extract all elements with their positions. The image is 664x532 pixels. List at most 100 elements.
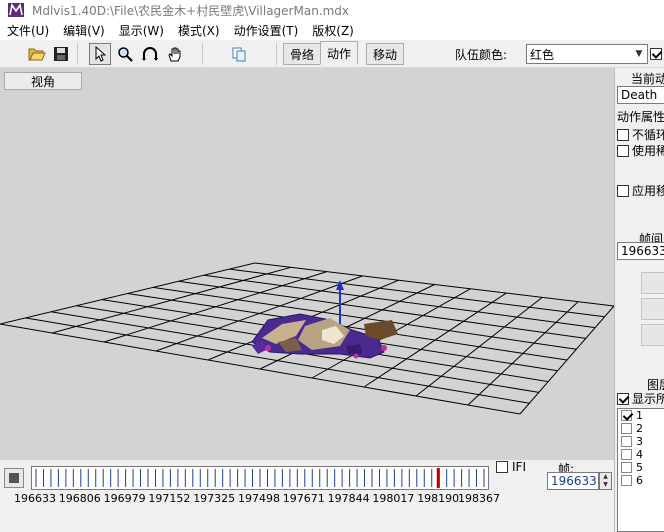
- title-bar: Mdlvis1.40D:\File\农民金木+村民壁虎\VillagerMan.…: [0, 0, 664, 20]
- current-animation-label: 当前动: [631, 72, 664, 86]
- spin-down-icon[interactable]: ▼: [600, 481, 611, 489]
- 3d-viewport[interactable]: 视角: [0, 68, 614, 460]
- show-all-label: 显示所: [632, 392, 664, 406]
- no-loop-label: 不循环: [632, 128, 664, 142]
- rotate-icon: [142, 47, 158, 61]
- play-stop-button[interactable]: [4, 468, 24, 488]
- team-color-label: 队伍颜色:: [455, 48, 508, 62]
- timeline-track[interactable]: [31, 466, 489, 490]
- layer-label: 1: [636, 409, 643, 422]
- villager-model: [251, 313, 398, 359]
- panel-button-1[interactable]: [641, 272, 664, 294]
- floppy-disk-icon: [54, 47, 68, 61]
- checkbox-box[interactable]: [617, 144, 629, 157]
- checkbox-box[interactable]: [617, 128, 629, 141]
- copy-button[interactable]: [228, 43, 250, 65]
- toolbar-checkbox[interactable]: [650, 48, 662, 60]
- layer-item[interactable]: 5: [618, 461, 664, 474]
- checkbox-box[interactable]: [617, 184, 629, 197]
- panel-button-3[interactable]: [641, 324, 664, 346]
- pan-tool-button[interactable]: [164, 43, 186, 65]
- frame-input[interactable]: 196633: [547, 472, 599, 490]
- timeline-label: 198190: [417, 492, 460, 505]
- layer-label: 6: [636, 474, 643, 487]
- panel-button-2[interactable]: [641, 298, 664, 320]
- layer-item[interactable]: 3: [618, 435, 664, 448]
- menu-edit[interactable]: 编辑(V): [56, 22, 112, 39]
- tab-animation[interactable]: 动作: [320, 41, 359, 65]
- hand-icon: [168, 47, 181, 62]
- menu-file[interactable]: 文件(U): [0, 22, 56, 39]
- toolbar-separator: [276, 43, 277, 65]
- no-loop-checkbox[interactable]: 不循环: [617, 126, 664, 143]
- menu-view[interactable]: 显示(W): [112, 22, 171, 39]
- select-tool-button[interactable]: [89, 43, 111, 65]
- checkbox-box[interactable]: [621, 449, 632, 460]
- layer-label: 2: [636, 422, 643, 435]
- cursor-arrow-icon: [95, 46, 107, 62]
- layer-item[interactable]: 2: [618, 422, 664, 435]
- stop-icon: [9, 473, 19, 483]
- scene-canvas: [0, 262, 614, 415]
- timeline-label: 198367: [458, 492, 500, 505]
- menu-animation-settings[interactable]: 动作设置(T): [227, 22, 306, 39]
- timeline-label: 196979: [103, 492, 146, 505]
- timeline-label: 197498: [238, 492, 280, 505]
- menu-bar: 文件(U) 编辑(V) 显示(W) 模式(X) 动作设置(T) 版权(Z): [0, 20, 664, 40]
- open-file-button[interactable]: [26, 43, 48, 65]
- layer-label: 4: [636, 448, 643, 461]
- window-title: Mdlvis1.40D:\File\农民金木+村民壁虎\VillagerMan.…: [32, 3, 350, 18]
- layer-item[interactable]: 4: [618, 448, 664, 461]
- toolbar-separator: [202, 43, 203, 65]
- timeline-marker[interactable]: [436, 468, 440, 488]
- layer-item[interactable]: 6: [618, 474, 664, 487]
- apply-move-label: 应用移: [632, 184, 664, 198]
- spin-up-icon[interactable]: ▲: [600, 473, 611, 481]
- timeline-label: 196806: [58, 492, 101, 505]
- magnifier-icon: [118, 47, 133, 62]
- toolbar-separator: [77, 43, 78, 65]
- save-button[interactable]: [50, 43, 72, 65]
- checkbox-box[interactable]: [621, 423, 632, 434]
- layer-label: 3: [636, 435, 643, 448]
- animation-panel: 当前动 Death 动作属性 不循环 使用稀 应用移 帧间 196633 图层 …: [614, 68, 664, 532]
- frame-spinner[interactable]: ▲ ▼: [599, 472, 612, 490]
- checkbox-box[interactable]: [617, 392, 629, 405]
- timeline-ticks: [35, 468, 485, 488]
- show-all-checkbox[interactable]: 显示所: [617, 390, 664, 407]
- frame-interval-input[interactable]: 196633: [617, 242, 664, 260]
- timeline-area: 196633 196806 196979 197152 197325 197498 1976…: [0, 460, 614, 532]
- menu-mode[interactable]: 模式(X): [171, 22, 227, 39]
- zoom-tool-button[interactable]: [114, 43, 136, 65]
- checkbox-box[interactable]: [621, 436, 632, 447]
- checkbox-box[interactable]: [621, 475, 632, 486]
- grid-line: [519, 305, 614, 415]
- checkbox-box[interactable]: [621, 410, 632, 421]
- ifi-label: IFI: [512, 460, 526, 474]
- team-color-select[interactable]: 红色 ▼: [526, 44, 648, 64]
- checkbox-box[interactable]: [621, 462, 632, 473]
- apply-move-checkbox[interactable]: 应用移: [617, 182, 664, 199]
- tab-bones[interactable]: 骨络: [283, 43, 322, 65]
- layers-list[interactable]: 1 2 3 4 5 6: [617, 408, 664, 532]
- tab-move[interactable]: 移动: [366, 43, 405, 65]
- animation-select[interactable]: Death: [617, 86, 664, 104]
- team-color-value: 红色: [530, 47, 555, 62]
- timeline-label: 196633: [14, 492, 56, 505]
- layer-label: 5: [636, 461, 643, 474]
- timeline-label: 197844: [327, 492, 370, 505]
- layer-item[interactable]: 1: [618, 409, 664, 422]
- ifi-checkbox[interactable]: IFI: [496, 460, 526, 474]
- folder-open-icon: [28, 48, 46, 61]
- use-rarity-checkbox[interactable]: 使用稀: [617, 142, 664, 159]
- copy-icon: [232, 47, 246, 62]
- animation-props-label: 动作属性: [617, 110, 664, 124]
- rotate-tool-button[interactable]: [139, 43, 161, 65]
- checkbox-box[interactable]: [496, 461, 508, 473]
- chevron-down-icon: ▼: [635, 49, 643, 59]
- timeline-label: 197671: [282, 492, 325, 505]
- timeline-label: 198017: [372, 492, 415, 505]
- menu-copyright[interactable]: 版权(Z): [305, 22, 361, 39]
- use-rarity-label: 使用稀: [632, 144, 664, 158]
- timeline-label: 197152: [148, 492, 191, 505]
